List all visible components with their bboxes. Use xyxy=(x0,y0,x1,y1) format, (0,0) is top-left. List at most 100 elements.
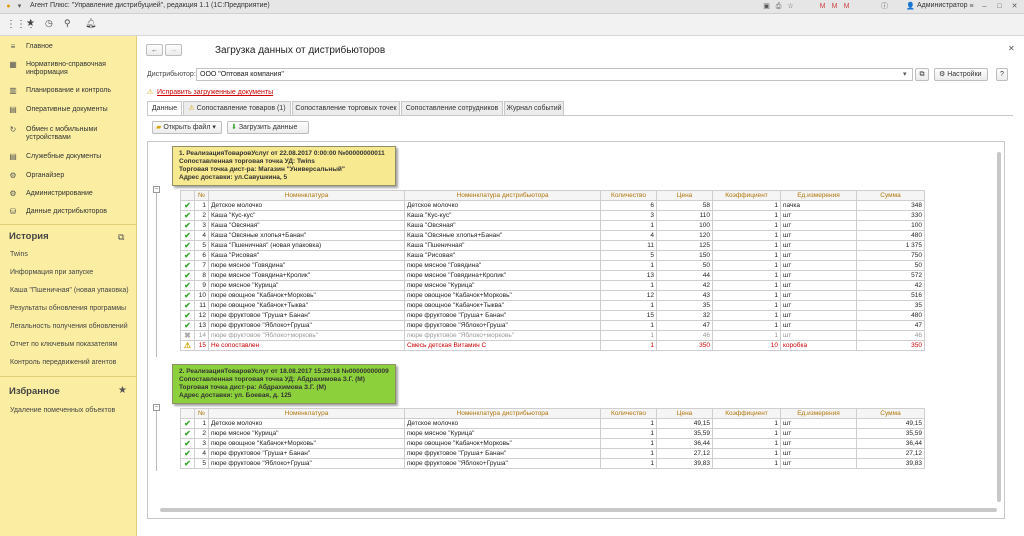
history-item[interactable]: Контроль передвижений агентов xyxy=(10,359,116,366)
horizontal-scrollbar[interactable] xyxy=(160,508,997,512)
table-row[interactable]: ⚠ 15 Не сопоставлен Смесь детская Витамин С… xyxy=(180,340,925,351)
vertical-scrollbar[interactable] xyxy=(997,152,1001,502)
tab-points-mapping[interactable]: Сопоставление торговых точек xyxy=(292,101,400,115)
table-row[interactable]: ✔ 7 пюре мясное "Говядина" пюре мясное "Гов… xyxy=(180,260,925,271)
history-item[interactable]: Легальность получения обновлений xyxy=(10,323,128,330)
column-header[interactable]: Номенклатура дистрибьютора xyxy=(404,408,601,419)
list-icon: ▦ xyxy=(9,60,17,69)
m-icon[interactable]: M xyxy=(818,2,827,11)
collapse-icon[interactable]: – xyxy=(153,404,160,411)
document-card-2[interactable]: 2. РеализацияТоваровУслуг от 18.08.2017 … xyxy=(172,364,396,404)
info-icon[interactable]: ⓘ xyxy=(880,2,889,11)
table-row[interactable]: ✔ 2 пюре мясное "Курица" пюре мясное "Куриц… xyxy=(180,428,925,439)
cell-price: 125 xyxy=(656,240,713,251)
maximize-icon[interactable]: □ xyxy=(995,2,1004,11)
cell-dnom: Детское молочко xyxy=(404,200,601,211)
column-header[interactable]: Коэффициент xyxy=(712,408,781,419)
distributor-field[interactable]: ООО "Оптовая компания" xyxy=(196,68,913,81)
table-row[interactable]: ✔ 1 Детское молочко Детское молочко 1 49,15 1 ш… xyxy=(180,418,925,429)
column-header[interactable]: Цена xyxy=(656,408,713,419)
settings-button[interactable]: ⚙ Настройки xyxy=(934,68,988,81)
table-row[interactable]: ✔ 11 пюре овощное "Кабачок+Тыква" пюре овощ… xyxy=(180,300,925,311)
history-item[interactable]: Каша "Пшеничная" (новая упаковка) xyxy=(10,287,129,294)
tab-staff-mapping[interactable]: Сопоставление сотрудников xyxy=(401,101,503,115)
column-header[interactable]: Сумма xyxy=(856,190,925,201)
history-item[interactable]: Twins xyxy=(10,251,28,258)
history-icon[interactable]: ◷ xyxy=(45,18,53,29)
tab-data[interactable]: Данные xyxy=(147,101,182,116)
back-button[interactable]: ← xyxy=(146,44,163,56)
cell-k: 1 xyxy=(712,200,781,211)
fix-documents-link[interactable]: Исправить загруженные документы xyxy=(157,89,273,96)
table-row[interactable]: ✔ 2 Каша "Кус-кус" Каша "Кус-кус" 3 110 1 шт 330 xyxy=(180,210,925,221)
print-icon[interactable]: ⎙ xyxy=(774,2,783,11)
tab-event-log[interactable]: Журнал событий xyxy=(504,101,564,115)
doc-title: 2. РеализацияТоваровУслуг от 18.08.2017 … xyxy=(179,368,389,375)
column-header[interactable]: Количество xyxy=(600,408,657,419)
cell-dnom: Смесь детская Витамин С xyxy=(404,340,601,351)
column-header[interactable]: № xyxy=(194,190,209,201)
chevron-down-icon[interactable]: ▾ xyxy=(903,70,907,78)
history-item[interactable]: Информация при запуске xyxy=(10,269,93,276)
document-card-1[interactable]: 1. РеализацияТоваровУслуг от 22.08.2017 … xyxy=(172,146,396,186)
column-header[interactable]: Сумма xyxy=(856,408,925,419)
column-header[interactable]: Цена xyxy=(656,190,713,201)
table-row[interactable]: ✔ 9 пюре мясное "Курица" пюре мясное "Куриц… xyxy=(180,280,925,291)
table-row[interactable]: ✔ 1 Детское молочко Детское молочко 6 58 1 пачк… xyxy=(180,200,925,211)
table-row[interactable]: ✔ 5 Каша "Пшеничная" (новая упаковка) Каша … xyxy=(180,240,925,251)
cell-sum: 750 xyxy=(856,250,925,261)
check-icon: ✔ xyxy=(180,458,195,469)
table-row[interactable]: ✔ 8 пюре мясное "Говядина+Кролик" пюре мясн… xyxy=(180,270,925,281)
cell-qty: 5 xyxy=(600,250,657,261)
m-plus-icon[interactable]: M xyxy=(830,2,839,11)
history-item[interactable]: Отчет по ключевым показателям xyxy=(10,341,117,348)
column-header[interactable]: Ед.измерения xyxy=(780,408,857,419)
copy-icon[interactable]: ⧉ xyxy=(118,232,124,243)
cell-dnom: Каша "Рисовая" xyxy=(404,250,601,261)
forward-button[interactable]: → xyxy=(165,44,182,56)
table-row[interactable]: ✔ 4 Каша "Овсяные хлопья+Банан" Каша "Овсян… xyxy=(180,230,925,241)
column-header[interactable]: Номенклатура xyxy=(208,408,405,419)
collapse-icon[interactable]: – xyxy=(153,186,160,193)
table-row[interactable]: ✔ 4 пюре фруктовое "Груша+ Банан" пюре фрук… xyxy=(180,448,925,459)
table-row[interactable]: ✖ 14 пюре фруктовое "Яблоко+морковь" пюре ф… xyxy=(180,330,925,341)
star-icon[interactable]: ★ xyxy=(26,18,35,29)
table-row[interactable]: ✔ 13 пюре фруктовое "Яблоко+Груша" пюре фру… xyxy=(180,320,925,331)
bell-icon[interactable]: 🔔︎ xyxy=(85,18,96,29)
column-header[interactable]: Номенклатура дистрибьютора xyxy=(404,190,601,201)
star-icon[interactable]: ★ xyxy=(118,385,127,396)
open-distributor-button[interactable]: ⧉ xyxy=(915,68,929,81)
history-item[interactable]: Результаты обновления программы xyxy=(10,305,126,312)
save-icon[interactable]: ▣ xyxy=(762,2,771,11)
tab-goods-mapping[interactable]: ⚠ Сопоставление товаров (1) xyxy=(183,101,291,115)
table-row[interactable]: ✔ 10 пюре овощное "Кабачок+Морковь" пюре ов… xyxy=(180,290,925,301)
cell-price: 35 xyxy=(656,300,713,311)
window-menu-icon[interactable]: ▾ xyxy=(15,2,24,11)
help-button[interactable]: ? xyxy=(996,68,1008,81)
table-row[interactable]: ✔ 3 Каша "Овсяная" Каша "Овсяная" 1 100 1 шт 100 xyxy=(180,220,925,231)
favorite-item[interactable]: Удаление помеченных объектов xyxy=(10,407,115,414)
cell-dnom: пюре фруктовое "Яблоко+Груша" xyxy=(404,458,601,469)
search-icon[interactable]: ⚲ xyxy=(64,18,71,29)
column-header[interactable]: № xyxy=(194,408,209,419)
close-icon[interactable]: ✕ xyxy=(1010,2,1019,11)
m-minus-icon[interactable]: M xyxy=(842,2,851,11)
load-data-button[interactable]: ⬇ Загрузить данные xyxy=(227,121,309,134)
column-header[interactable]: Количество xyxy=(600,190,657,201)
open-file-button[interactable]: ▰ Открыть файл ▾ xyxy=(152,121,222,134)
table-row[interactable]: ✔ 5 пюре фруктовое "Яблоко+Груша" пюре фрук… xyxy=(180,458,925,469)
cell-qty: 1 xyxy=(600,418,657,429)
table-row[interactable]: ✔ 3 пюре овощное "Кабачок+Морковь" пюре ово… xyxy=(180,438,925,449)
cell-price: 27,12 xyxy=(656,448,713,459)
table-row[interactable]: ✔ 6 Каша "Рисовая" Каша "Рисовая" 5 150 1 шт 750 xyxy=(180,250,925,261)
table-row[interactable]: ✔ 12 пюре фруктовое "Груша+ Банан" пюре фру… xyxy=(180,310,925,321)
close-form-icon[interactable]: ✕ xyxy=(1008,44,1015,53)
column-header[interactable]: Номенклатура xyxy=(208,190,405,201)
user-name[interactable]: Администратор xyxy=(917,2,968,9)
column-header[interactable]: Ед.измерения xyxy=(780,190,857,201)
favorites-icon[interactable]: ☆ xyxy=(786,2,795,11)
check-icon: ✔ xyxy=(180,300,195,311)
column-header[interactable]: Коэффициент xyxy=(712,190,781,201)
minimize-icon[interactable]: – xyxy=(980,2,989,11)
menu-icon[interactable]: ≡ xyxy=(967,2,976,11)
